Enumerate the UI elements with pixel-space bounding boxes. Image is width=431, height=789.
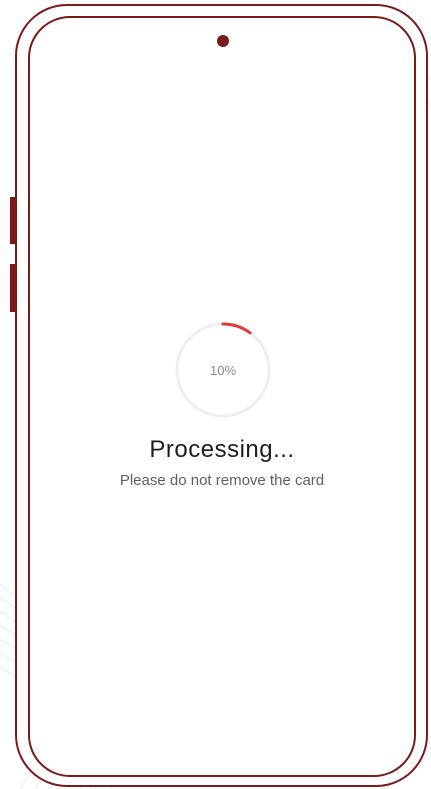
processing-subtitle: Please do not remove the card [119, 472, 325, 489]
camera-dot [217, 35, 229, 47]
processing-title: Processing... [149, 436, 295, 463]
progress-percent-label: 10% [209, 362, 237, 378]
